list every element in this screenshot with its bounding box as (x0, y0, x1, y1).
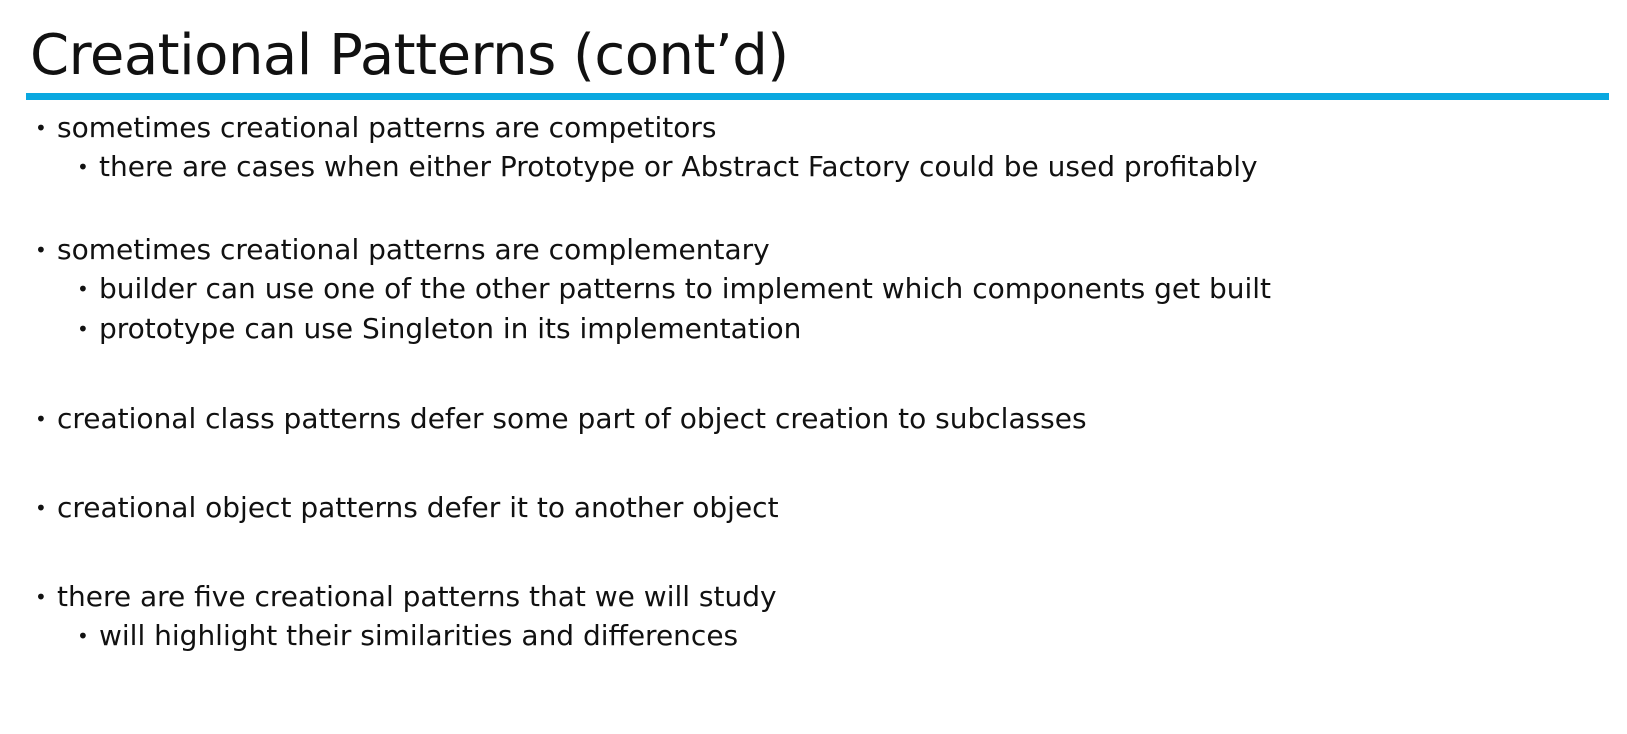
bullet-marker: • (77, 624, 89, 648)
bullet-item: • sometimes creational patterns are compl… (35, 230, 770, 270)
bullet-item: • sometimes creational patterns are compe… (35, 108, 716, 148)
bullet-marker: • (77, 155, 89, 179)
bullet-item: • creational object patterns defer it to … (35, 488, 779, 528)
bullet-marker: • (35, 496, 47, 520)
sub-bullet-item: • there are cases when either Prototype o… (77, 147, 1258, 187)
bullet-marker: • (35, 116, 47, 140)
sub-bullet-item: • builder can use one of the other patter… (77, 269, 1271, 309)
bullet-marker: • (35, 407, 47, 431)
bullet-item: • there are five creational patterns that… (35, 577, 777, 617)
slide: Creational Patterns (cont’d) • sometimes … (0, 0, 1627, 734)
bullet-marker: • (35, 585, 47, 609)
bullet-text: sometimes creational patterns are comple… (57, 233, 770, 266)
bullet-text: creational class patterns defer some par… (57, 402, 1087, 435)
sub-bullet-text: builder can use one of the other pattern… (99, 272, 1272, 305)
sub-bullet-text: prototype can use Singleton in its imple… (99, 312, 802, 345)
bullet-text: sometimes creational patterns are compet… (57, 111, 717, 144)
bullet-text: there are five creational patterns that … (57, 580, 777, 613)
sub-bullet-text: there are cases when either Prototype or… (99, 150, 1258, 183)
bullet-text: creational object patterns defer it to a… (57, 491, 779, 524)
sub-bullet-text: will highlight their similarities and di… (99, 619, 739, 652)
slide-title: Creational Patterns (cont’d) (30, 23, 789, 88)
bullet-marker: • (35, 238, 47, 262)
bullet-marker: • (77, 277, 89, 301)
bullet-marker: • (77, 317, 89, 341)
bullet-item: • creational class patterns defer some pa… (35, 399, 1087, 439)
sub-bullet-item: • will highlight their similarities and d… (77, 616, 738, 656)
sub-bullet-item: • prototype can use Singleton in its impl… (77, 309, 801, 349)
title-underline (26, 93, 1609, 100)
